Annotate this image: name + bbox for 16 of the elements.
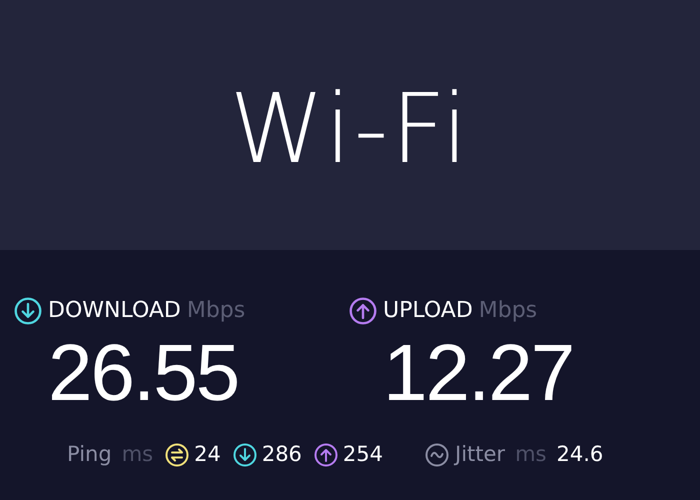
unit-label: Mbps — [186, 297, 246, 325]
unit-label: Mbps — [478, 297, 538, 325]
jitter-value: 24.6 — [556, 441, 604, 468]
jitter-label: Jitter — [455, 441, 506, 468]
metric-label: DOWNLOAD — [48, 297, 181, 325]
metric-label: UPLOAD — [383, 297, 473, 325]
ping-value: 254 — [342, 441, 384, 468]
ping-value: 286 — [262, 441, 302, 468]
ping-label: Ping — [67, 441, 112, 468]
unit-label: ms — [515, 441, 546, 468]
metric-value: 12.27 — [383, 333, 574, 413]
unit-label: ms — [122, 441, 154, 468]
wave-icon — [425, 442, 450, 467]
metric-value: 26.55 — [48, 333, 240, 413]
ping-value: 24 — [194, 441, 221, 468]
connection-title: Wi-Fi — [229, 73, 471, 177]
